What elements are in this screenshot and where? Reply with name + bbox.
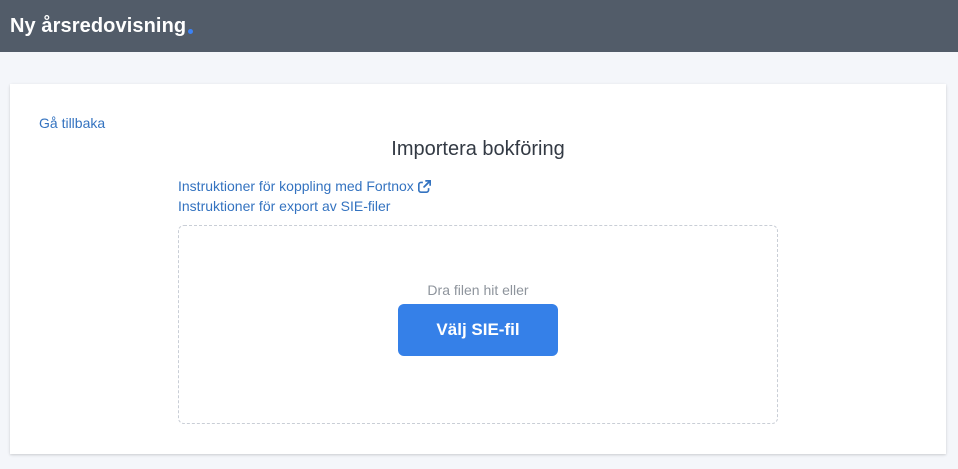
select-sie-file-button[interactable]: Välj SIE-fil [398, 304, 558, 356]
external-link-icon [417, 179, 431, 193]
fortnox-instructions-label: Instruktioner för koppling med Fortnox [178, 178, 414, 194]
import-card: Gå tillbaka Importera bokföring Instrukt… [10, 84, 946, 454]
sie-export-instructions-label: Instruktioner för export av SIE-filer [178, 198, 391, 214]
app-brand: Ny årsredovisning [10, 14, 194, 38]
top-bar: Ny årsredovisning [0, 0, 958, 52]
back-link[interactable]: Gå tillbaka [39, 115, 105, 131]
sie-export-instructions-link[interactable]: Instruktioner för export av SIE-filer [178, 196, 431, 216]
fortnox-instructions-link[interactable]: Instruktioner för koppling med Fortnox [178, 176, 431, 196]
app-title: Ny årsredovisning [10, 14, 187, 37]
page-title: Importera bokföring [391, 138, 565, 160]
brand-dot-icon [188, 28, 194, 34]
file-dropzone[interactable]: Dra filen hit eller Välj SIE-fil [178, 225, 778, 424]
instruction-links: Instruktioner för koppling med Fortnox I… [178, 176, 431, 216]
dropzone-hint: Dra filen hit eller [427, 282, 529, 298]
